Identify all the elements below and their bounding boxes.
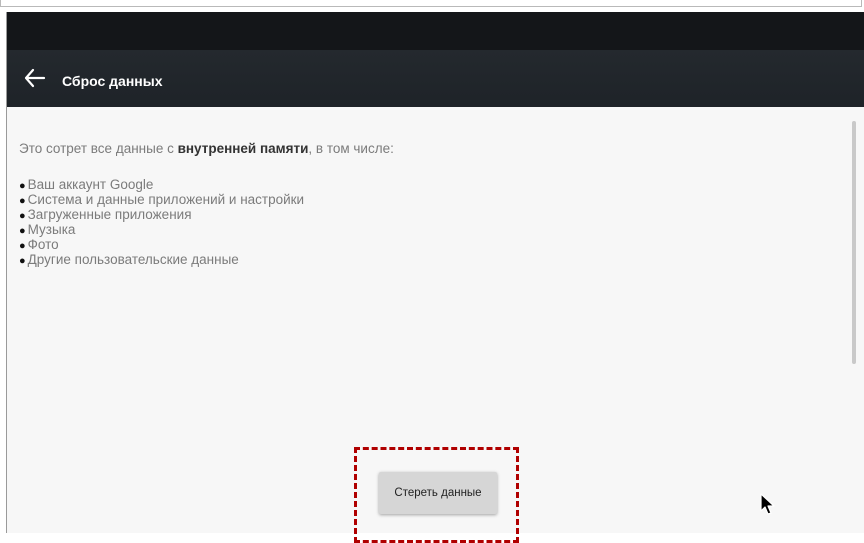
intro-text-bold: внутренней памяти [177, 141, 309, 156]
list-item-label: Загруженные приложения [27, 207, 192, 222]
intro-text: Это сотрет все данные с внутренней памят… [19, 141, 394, 156]
list-item: ● Ваш аккаунт Google [19, 177, 154, 192]
scrollbar[interactable] [852, 121, 856, 364]
status-bar [7, 12, 864, 50]
list-item: ● Другие пользовательские данные [19, 252, 239, 267]
outer-window-frame [0, 0, 862, 7]
app-bar: Сброс данных [7, 50, 864, 107]
erase-data-button[interactable]: Стереть данные [379, 472, 497, 514]
list-item-label: Музыка [27, 222, 76, 237]
intro-text-start: Это сотрет все данные с [19, 141, 178, 156]
intro-text-end: , в том числе: [308, 141, 394, 156]
list-item: ● Фото [19, 237, 59, 252]
list-item: ● Система и данные приложений и настройки [19, 192, 305, 207]
list-item-label: Фото [27, 237, 59, 252]
content-area: Это сотрет все данные с внутренней памят… [7, 107, 864, 533]
list-item-label: Другие пользовательские данные [27, 252, 239, 267]
arrow-left-icon [24, 68, 46, 88]
page-title: Сброс данных [62, 73, 163, 89]
data-list: ● Ваш аккаунт Google ● Система и данные пр… [19, 178, 304, 268]
device-screen: Сброс данных Это сотрет все данные с вну… [6, 12, 864, 533]
list-item-label: Система и данные приложений и настройки [27, 192, 305, 207]
list-item: ● Загруженные приложения [19, 207, 192, 222]
list-item-label: Ваш аккаунт Google [27, 177, 154, 192]
back-button[interactable] [23, 66, 51, 90]
list-item: ● Музыка [19, 222, 76, 237]
